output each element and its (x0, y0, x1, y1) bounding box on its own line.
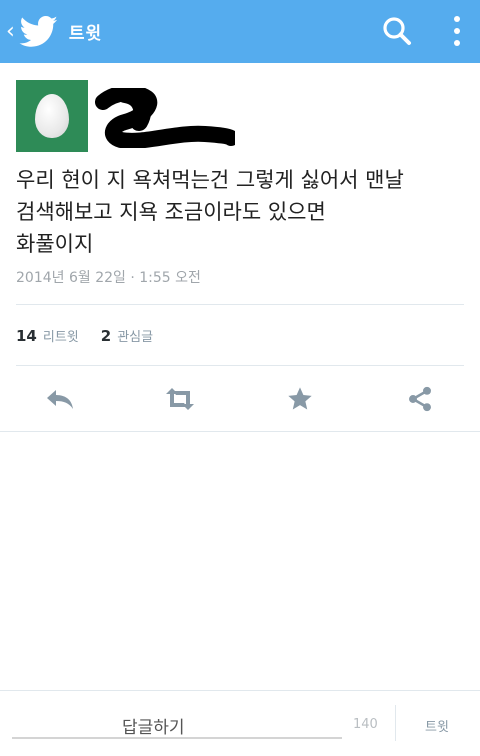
redaction-scribble (95, 88, 235, 148)
tweet-text-line: 검색해보고 지욕 조금이라도 있으면 (16, 200, 326, 224)
search-icon[interactable] (380, 14, 414, 48)
retweet-icon[interactable] (162, 381, 198, 417)
tweet-text: 우리 현이 지 욕쳐먹는건 그렇게 싫어서 맨날 검색해보고 지욕 조금이라도 … (16, 164, 466, 260)
favorite-icon[interactable] (282, 381, 318, 417)
divider (16, 365, 464, 366)
favorite-stat[interactable]: 2 관심글 (101, 326, 153, 345)
twitter-bird-icon[interactable] (19, 15, 59, 48)
tweet-stats: 14 리트윗 2 관심글 (16, 326, 175, 345)
retweet-stat[interactable]: 14 리트윗 (16, 326, 79, 345)
retweet-count: 14 (16, 327, 37, 345)
tweet-text-line: 우리 현이 지 욕쳐먹는건 그렇게 싫어서 맨날 (16, 168, 404, 192)
reply-separator (395, 705, 396, 741)
tweet-button[interactable]: 트윗 (425, 716, 449, 735)
share-icon[interactable] (402, 381, 438, 417)
favorite-label: 관심글 (117, 330, 154, 345)
chevron-left-icon[interactable]: ‹ (6, 20, 15, 43)
avatar[interactable] (16, 80, 88, 152)
tweet-timestamp: 2014년 6월 22일 · 1:55 오전 (16, 270, 201, 286)
app-bar: ‹ 트윗 (0, 0, 480, 63)
reply-bar: 답글하기 140 트윗 (0, 690, 480, 756)
reply-input[interactable]: 답글하기 (12, 713, 342, 739)
divider (16, 304, 464, 305)
page-title: 트윗 (68, 24, 103, 44)
divider (0, 431, 480, 432)
reply-icon[interactable] (42, 381, 78, 417)
overflow-menu-icon[interactable] (445, 14, 469, 48)
retweet-label: 리트윗 (42, 330, 79, 345)
egg-avatar-icon (35, 94, 69, 138)
favorite-count: 2 (100, 327, 112, 345)
char-count: 140 (353, 717, 378, 732)
tweet-text-line: 화풀이지 (16, 232, 94, 256)
